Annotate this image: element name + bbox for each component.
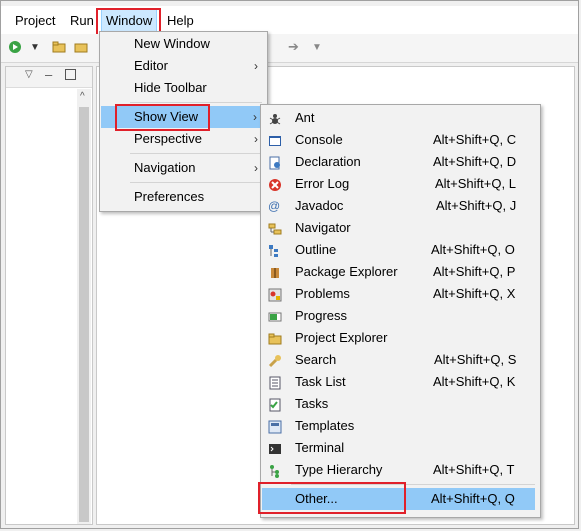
menu-item-problems[interactable]: Problems Alt+Shift+Q, X	[261, 283, 540, 305]
menu-item-outline[interactable]: Outline Alt+Shift+Q, O	[261, 239, 540, 261]
declaration-icon	[268, 155, 282, 170]
forward-icon[interactable]: ➔	[288, 39, 299, 55]
scrollbar[interactable]: ^	[77, 89, 91, 524]
run-icon[interactable]	[8, 40, 22, 54]
menu-item-editor[interactable]: Editor ›	[100, 55, 267, 77]
toolbar: ▼ ➔ ▼	[1, 34, 578, 63]
menu-project[interactable]: Project	[15, 13, 55, 28]
error-log-icon	[268, 177, 282, 191]
open-folder-icon[interactable]	[74, 40, 88, 54]
menu-item-console[interactable]: Console Alt+Shift+Q, C	[261, 129, 540, 151]
menu-item-package-explorer[interactable]: Package Explorer Alt+Shift+Q, P	[261, 261, 540, 283]
submenu-arrow-icon: ›	[254, 132, 258, 146]
progress-icon	[268, 309, 282, 323]
left-view-panel: ▽ – ^	[5, 66, 93, 525]
scrollbar-thumb[interactable]	[79, 107, 89, 522]
menu-item-progress[interactable]: Progress	[261, 305, 540, 327]
chevron-down-icon[interactable]: ▼	[30, 42, 40, 53]
menu-item-terminal[interactable]: Terminal	[261, 437, 540, 459]
menu-item-hide-toolbar[interactable]: Hide Toolbar	[100, 77, 267, 99]
maximize-icon[interactable]	[65, 69, 76, 80]
annotation-box-other	[258, 482, 406, 514]
project-explorer-icon	[268, 331, 282, 345]
package-explorer-icon	[268, 265, 282, 279]
type-hierarchy-icon	[268, 463, 282, 478]
navigator-icon	[268, 221, 282, 235]
ant-icon	[268, 111, 282, 125]
menu-help[interactable]: Help	[167, 13, 194, 28]
menu-item-templates[interactable]: Templates	[261, 415, 540, 437]
chevron-down-icon[interactable]: ▼	[312, 42, 322, 53]
menu-item-perspective[interactable]: Perspective ›	[100, 128, 267, 150]
outline-icon	[268, 243, 282, 257]
menu-item-javadoc[interactable]: @ Javadoc Alt+Shift+Q, J	[261, 195, 540, 217]
menu-item-new-window[interactable]: New Window	[100, 33, 267, 55]
javadoc-icon: @	[268, 199, 281, 213]
terminal-icon	[268, 441, 282, 455]
menu-separator	[130, 153, 262, 154]
menu-item-navigator[interactable]: Navigator	[261, 217, 540, 239]
menu-bar: Project Run Window Help	[1, 6, 578, 34]
view-menu-icon[interactable]: ▽	[25, 69, 33, 80]
submenu-arrow-icon: ›	[253, 110, 257, 124]
menu-item-error-log[interactable]: Error Log Alt+Shift+Q, L	[261, 173, 540, 195]
scroll-up-icon[interactable]: ^	[80, 91, 85, 102]
menu-item-project-explorer[interactable]: Project Explorer	[261, 327, 540, 349]
show-view-menu: Ant Console Alt+Shift+Q, C Declaration A…	[260, 104, 541, 518]
submenu-arrow-icon: ›	[254, 161, 258, 175]
menu-item-ant[interactable]: Ant	[261, 107, 540, 129]
menu-item-tasks[interactable]: Tasks	[261, 393, 540, 415]
menu-separator	[130, 102, 262, 103]
new-folder-icon[interactable]	[52, 40, 66, 54]
menu-run[interactable]: Run	[70, 13, 94, 28]
menu-separator	[130, 182, 262, 183]
templates-icon	[268, 419, 282, 434]
minimize-icon[interactable]: –	[45, 67, 52, 82]
menu-item-preferences[interactable]: Preferences	[100, 186, 267, 208]
problems-icon	[268, 287, 282, 302]
view-header: ▽ –	[6, 67, 92, 88]
menu-item-navigation[interactable]: Navigation ›	[100, 157, 267, 179]
submenu-arrow-icon: ›	[254, 59, 258, 73]
task-list-icon	[268, 375, 282, 390]
menu-item-search[interactable]: Search Alt+Shift+Q, S	[261, 349, 540, 371]
search-icon	[268, 353, 282, 368]
tasks-icon	[268, 397, 282, 412]
menu-item-declaration[interactable]: Declaration Alt+Shift+Q, D	[261, 151, 540, 173]
menu-item-type-hierarchy[interactable]: Type Hierarchy Alt+Shift+Q, T	[261, 459, 540, 481]
menu-item-task-list[interactable]: Task List Alt+Shift+Q, K	[261, 371, 540, 393]
annotation-box-show-view	[115, 104, 210, 131]
console-icon	[268, 133, 282, 147]
